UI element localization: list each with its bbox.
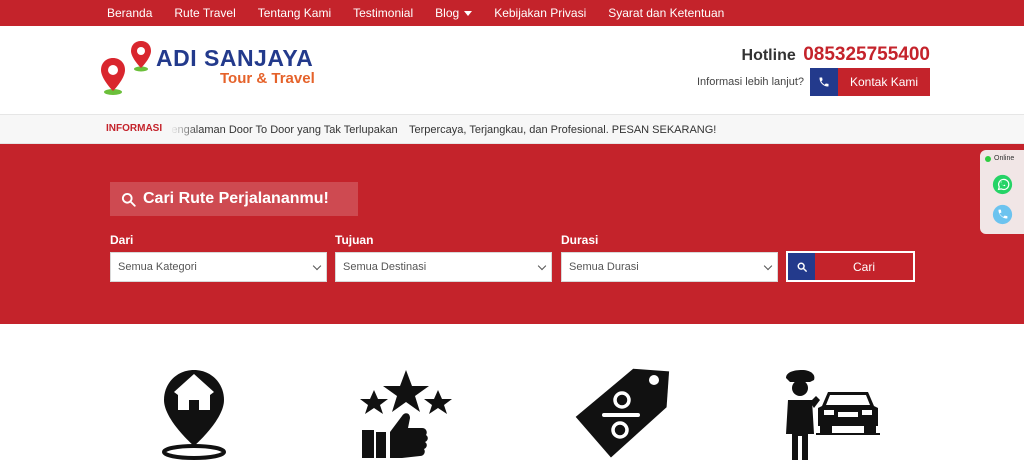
- info-text: Informasi lebih lanjut?: [696, 76, 804, 88]
- info-ticker: INFORMASI Pengalaman Door To Door yang T…: [0, 114, 1024, 144]
- phone-icon: [810, 68, 838, 96]
- discount-tag-icon: [575, 368, 670, 458]
- hotline-number[interactable]: 085325755400: [803, 44, 930, 65]
- contact-area: Informasi lebih lanjut? Kontak Kami: [697, 68, 930, 96]
- chevron-down-icon: [537, 261, 547, 271]
- nav-item-blog[interactable]: Blog: [424, 0, 483, 26]
- field-label-dari: Dari: [110, 233, 134, 247]
- map-pin-icon: [101, 58, 125, 95]
- chevron-down-icon: [312, 261, 322, 271]
- select-dari[interactable]: Semua Kategori: [110, 252, 327, 282]
- nav-item-syarat-ketentuan[interactable]: Syarat dan Ketentuan: [597, 0, 735, 26]
- brand-tagline: Tour & Travel: [220, 70, 315, 87]
- ticker-label: INFORMASI: [106, 123, 163, 134]
- route-search-section: Cari Rute Perjalananmu! Dari Semua Kateg…: [0, 144, 1024, 324]
- hotline: Hotline 085325755400: [742, 44, 930, 66]
- select-durasi[interactable]: Semua Durasi: [561, 252, 778, 282]
- field-label-durasi: Durasi: [561, 233, 599, 247]
- search-title: Cari Rute Perjalananmu!: [110, 182, 358, 216]
- nav-item-testimonial[interactable]: Testimonial: [342, 0, 424, 26]
- contact-button[interactable]: Kontak Kami: [810, 68, 930, 96]
- search-button[interactable]: Cari: [786, 251, 915, 282]
- floating-contact-widget: Online: [980, 150, 1024, 234]
- nav-item-beranda[interactable]: Beranda: [96, 0, 163, 26]
- ticker-message: Terpercaya, Terjangkau, dan Profesional.…: [409, 124, 717, 136]
- search-icon: [121, 192, 136, 207]
- phone-call-icon[interactable]: [992, 204, 1013, 225]
- nav-item-rute-travel[interactable]: Rute Travel: [163, 0, 246, 26]
- field-label-tujuan: Tujuan: [335, 233, 374, 247]
- caret-down-icon: [464, 10, 473, 16]
- map-pin-small-icon: [131, 41, 151, 72]
- brand-name: ADI SANJAYA: [156, 45, 314, 71]
- status-dot-icon: [985, 155, 991, 162]
- rating-stars-icon: [360, 370, 452, 458]
- select-tujuan[interactable]: Semua Destinasi: [335, 252, 552, 282]
- site-logo[interactable]: ADI SANJAYA Tour & Travel: [100, 40, 330, 110]
- online-status: Online: [985, 155, 1014, 162]
- driver-car-icon: [786, 370, 880, 460]
- search-icon: [788, 253, 815, 280]
- ticker-message: Pengalaman Door To Door yang Tak Terlupa…: [170, 124, 398, 136]
- search-title-text: Cari Rute Perjalananmu!: [143, 190, 329, 207]
- site-header: ADI SANJAYA Tour & Travel Hotline 085325…: [0, 26, 1024, 114]
- nav-item-kebijakan-privasi[interactable]: Kebijakan Privasi: [483, 0, 597, 26]
- features-section: [0, 324, 1024, 466]
- whatsapp-icon[interactable]: [992, 174, 1013, 195]
- ticker-track: Pengalaman Door To Door yang Tak Terlupa…: [170, 115, 730, 145]
- contact-button-label: Kontak Kami: [850, 75, 919, 89]
- hotline-label: Hotline: [741, 47, 796, 64]
- chevron-down-icon: [763, 261, 773, 271]
- top-navigation: Beranda Rute Travel Tentang Kami Testimo…: [0, 0, 1024, 26]
- search-button-label: Cari: [852, 259, 875, 274]
- nav-item-tentang-kami[interactable]: Tentang Kami: [247, 0, 342, 26]
- home-location-icon: [162, 370, 226, 460]
